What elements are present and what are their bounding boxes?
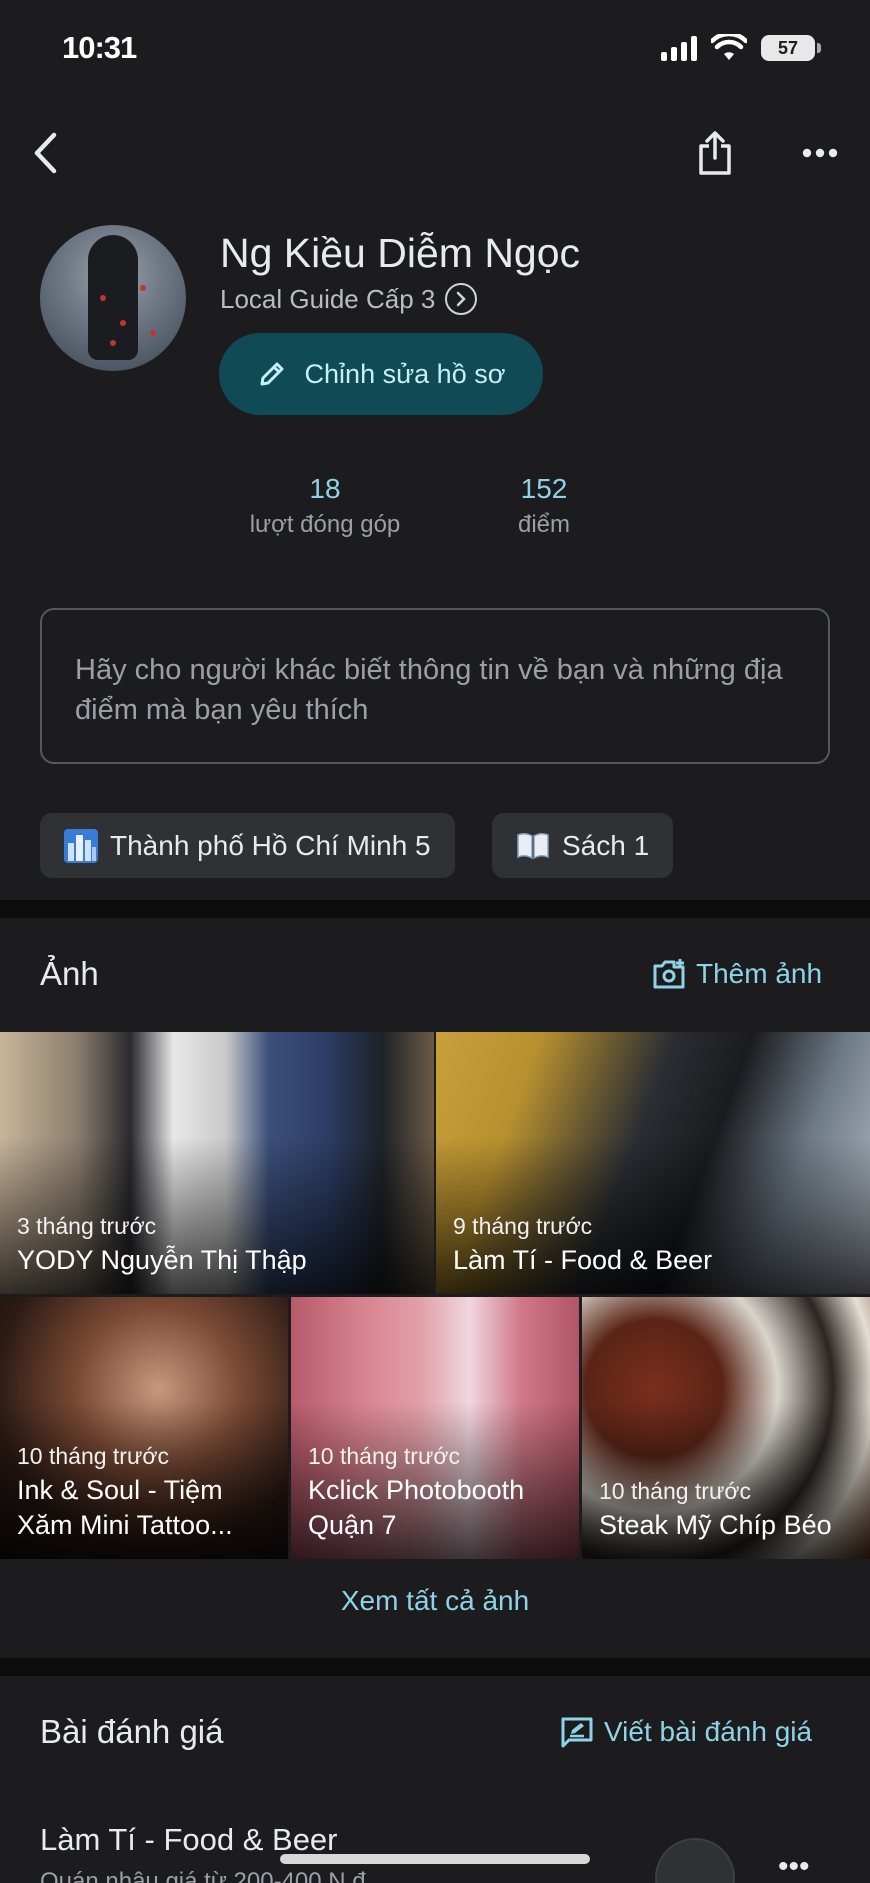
avatar[interactable] [40, 225, 186, 371]
bio-input[interactable]: Hãy cho người khác biết thông tin về bạn… [40, 608, 830, 764]
more-horizontal-icon [802, 148, 838, 157]
points-count: 152 [520, 473, 568, 504]
photo-place: Ink & Soul - Tiệm Xăm Mini Tattoo... [17, 1475, 233, 1540]
more-options-button[interactable] [795, 125, 845, 180]
edit-profile-label: Chỉnh sửa hồ sơ [304, 358, 506, 389]
section-divider [0, 1658, 870, 1676]
book-icon [517, 832, 549, 859]
chevron-right-icon [445, 283, 478, 315]
cellular-signal-icon [661, 35, 697, 61]
status-icons: 57 [661, 34, 821, 62]
photo-time: 9 tháng trước [453, 1213, 593, 1239]
write-review-button[interactable]: Viết bài đánh giá [560, 1716, 812, 1748]
chip-books-label: Sách 1 [562, 829, 650, 861]
chip-ho-chi-minh-city[interactable]: Thành phố Hồ Chí Minh 5 [40, 813, 455, 878]
photo-place: Steak Mỹ Chíp Béo [599, 1510, 832, 1540]
photo-time: 10 tháng trước [308, 1443, 460, 1469]
back-arrow-icon [34, 132, 57, 173]
points-label: điểm [517, 511, 571, 538]
edit-profile-button[interactable]: Chỉnh sửa hồ sơ [219, 333, 543, 415]
photos-section-title: Ảnh [40, 955, 99, 992]
wifi-icon [711, 34, 747, 60]
back-button[interactable] [20, 125, 70, 180]
chip-books[interactable]: Sách 1 [492, 813, 674, 878]
photo-tile-steak[interactable]: 10 tháng trước Steak Mỹ Chíp Béo [582, 1297, 870, 1559]
local-guide-label: Local Guide Cấp 3 [220, 283, 436, 314]
chip-city-label: Thành phố Hồ Chí Minh 5 [110, 829, 431, 861]
photo-tile-yody[interactable]: 3 tháng trước YODY Nguyễn Thị Thập [0, 1032, 434, 1294]
stat-contributions[interactable]: 18 lượt đóng góp [235, 473, 415, 539]
review-place-name[interactable]: Làm Tí - Food & Beer [40, 1822, 338, 1858]
status-bar: 10:31 57 [0, 0, 870, 100]
status-time: 10:31 [62, 30, 137, 65]
photo-tile-kclick[interactable]: 10 tháng trước Kclick Photobooth Quận 7 [291, 1297, 579, 1559]
pencil-icon [260, 362, 284, 386]
profile-name: Ng Kiều Diễm Ngọc [220, 230, 581, 276]
section-divider [0, 900, 870, 918]
home-indicator [280, 1854, 590, 1864]
contributions-count: 18 [309, 473, 341, 504]
add-photo-button[interactable]: Thêm ảnh [652, 958, 822, 990]
photo-time: 10 tháng trước [599, 1478, 751, 1504]
review-place-subtitle: Quán nhậu giá từ 200-400 N đ [40, 1868, 366, 1883]
photo-tile-lam-ti[interactable]: 9 tháng trước Làm Tí - Food & Beer [436, 1032, 870, 1294]
share-button[interactable] [690, 125, 740, 180]
add-photo-icon [653, 959, 685, 989]
photo-place: Kclick Photobooth Quận 7 [308, 1475, 525, 1540]
battery-icon: 57 [761, 35, 821, 61]
photo-time: 10 tháng trước [17, 1443, 169, 1469]
photo-tile-ink-soul[interactable]: 10 tháng trước Ink & Soul - Tiệm Xăm Min… [0, 1297, 288, 1559]
review-action-button[interactable] [655, 1838, 735, 1883]
local-guide-level[interactable]: Local Guide Cấp 3 [220, 283, 478, 315]
contributions-label: lượt đóng góp [249, 511, 401, 538]
photo-time: 3 tháng trước [17, 1213, 157, 1239]
write-review-icon [561, 1717, 593, 1748]
add-photo-label: Thêm ảnh [696, 958, 823, 989]
reviews-section-title: Bài đánh giá [40, 1713, 224, 1750]
stat-points[interactable]: 152 điểm [484, 473, 604, 539]
photo-place: Làm Tí - Food & Beer [453, 1245, 713, 1275]
share-icon [699, 130, 731, 175]
city-icon [64, 828, 98, 863]
photo-place: YODY Nguyễn Thị Thập [17, 1245, 307, 1275]
write-review-label: Viết bài đánh giá [604, 1716, 813, 1747]
see-all-photos-button[interactable]: Xem tất cả ảnh [0, 1585, 870, 1617]
more-horizontal-icon[interactable]: ••• [778, 1850, 810, 1883]
